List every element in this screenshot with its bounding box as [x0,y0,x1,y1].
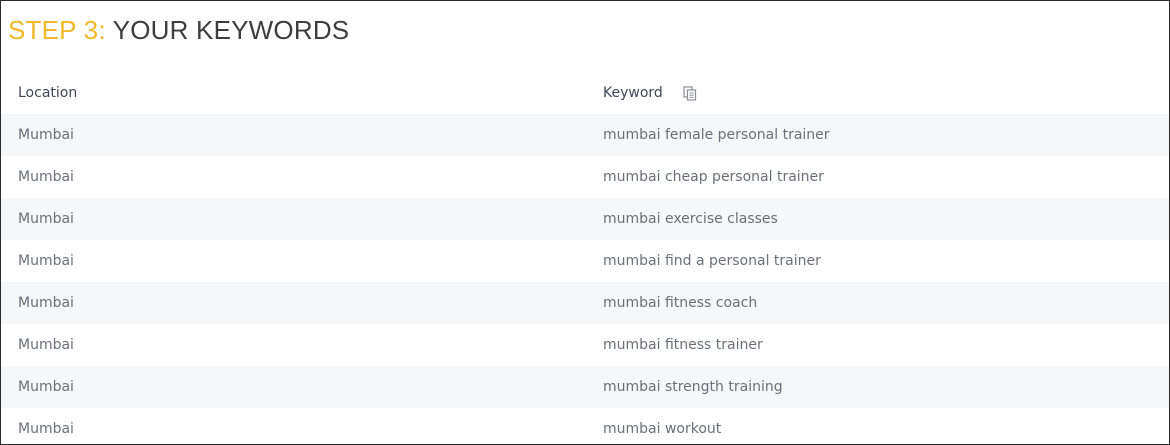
location-cell: Mumbai [1,408,586,444]
keywords-panel: STEP 3: YOUR KEYWORDS Location Keyword M… [0,0,1170,445]
step-label: STEP 3 [8,15,99,45]
page-title: STEP 3: YOUR KEYWORDS [8,15,349,45]
keyword-column-header: Keyword [586,72,1169,114]
keyword-cell: mumbai fitness coach [586,282,1169,324]
keyword-cell: mumbai find a personal trainer [586,240,1169,282]
keyword-cell: mumbai cheap personal trainer [586,156,1169,198]
title-text: YOUR KEYWORDS [105,15,350,45]
location-cell: Mumbai [1,198,586,240]
keyword-cell: mumbai female personal trainer [586,114,1169,156]
table-row: Mumbai mumbai find a personal trainer [1,240,1169,282]
location-cell: Mumbai [1,156,586,198]
keyword-cell: mumbai workout [586,408,1169,444]
table-row: Mumbai mumbai fitness trainer [1,324,1169,366]
location-header-label: Location [18,85,78,101]
table-row: Mumbai mumbai female personal trainer [1,114,1169,156]
table-row: Mumbai mumbai strength training [1,366,1169,408]
location-cell: Mumbai [1,240,586,282]
keywords-table: Location Keyword Mumbai mumbai female pe… [1,72,1169,444]
table-row: Mumbai mumbai cheap personal trainer [1,156,1169,198]
location-column-header: Location [1,72,586,114]
keyword-cell: mumbai exercise classes [586,198,1169,240]
table-row: Mumbai mumbai workout [1,408,1169,444]
location-cell: Mumbai [1,282,586,324]
keyword-header-label: Keyword [603,85,663,101]
table-row: Mumbai mumbai fitness coach [1,282,1169,324]
keyword-cell: mumbai fitness trainer [586,324,1169,366]
location-cell: Mumbai [1,114,586,156]
location-cell: Mumbai [1,324,586,366]
copy-icon[interactable] [683,85,697,101]
table-header-row: Location Keyword [1,72,1169,114]
step-separator: : [98,15,106,45]
table-row: Mumbai mumbai exercise classes [1,198,1169,240]
keyword-cell: mumbai strength training [586,366,1169,408]
location-cell: Mumbai [1,366,586,408]
